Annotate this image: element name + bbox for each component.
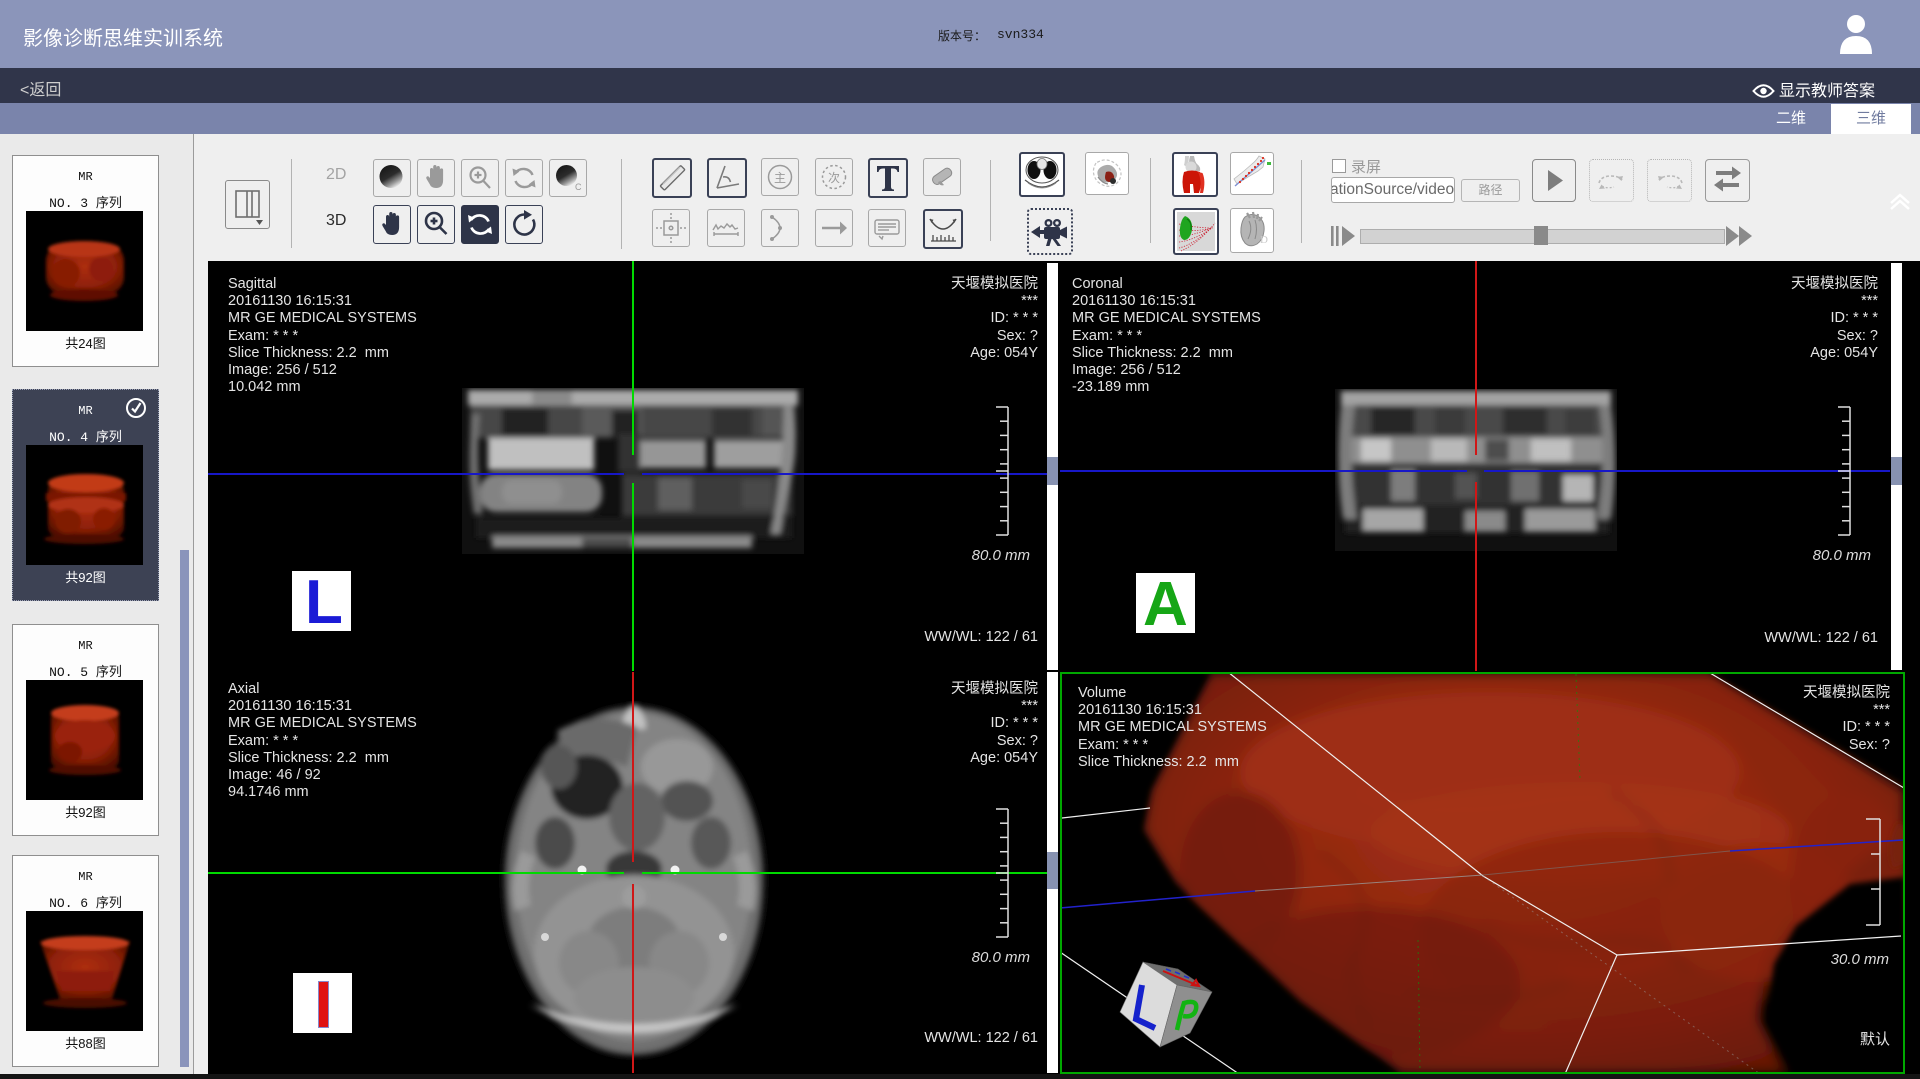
svg-text:主: 主	[774, 171, 786, 185]
svg-text:C: C	[575, 182, 582, 192]
svg-text:D: D	[1260, 234, 1268, 246]
svg-text:次: 次	[828, 171, 840, 185]
